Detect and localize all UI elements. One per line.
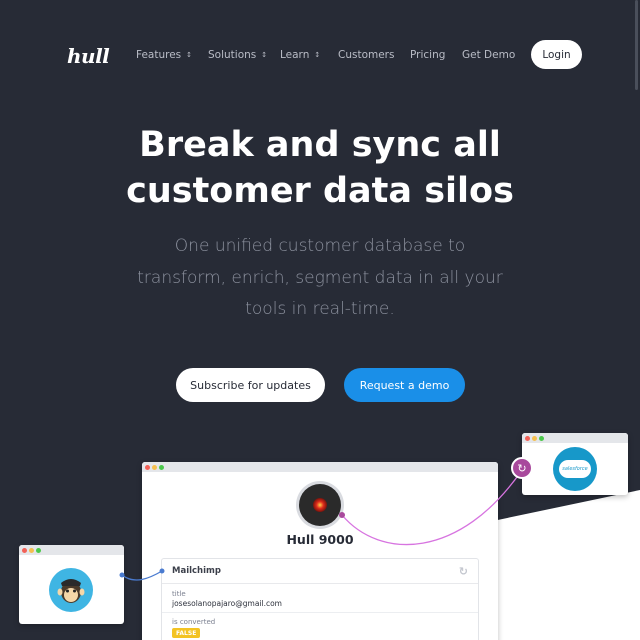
main-nav: Features ↕ Solutions ↕ Learn ↕ Customers Pr… (136, 47, 522, 63)
login-button[interactable]: Login (531, 40, 582, 69)
minimize-dot-icon (152, 464, 157, 470)
nav-item-customers[interactable]: Customers (338, 47, 410, 63)
hero-subtitle: One unified customer database to transfo… (137, 236, 503, 319)
hero-title: Break and sync all customer data silos (126, 125, 514, 211)
close-dot-icon (22, 547, 27, 553)
subscribe-button[interactable]: Subscribe for updates (176, 368, 325, 402)
field-value: josesolanopajaro@gmail.com (172, 599, 282, 608)
logo-text: hull (67, 44, 110, 68)
scrollbar-thumb[interactable] (635, 0, 638, 90)
sync-icon: ↻ (511, 457, 533, 479)
window-titlebar (19, 545, 124, 555)
hal-9000-icon (299, 484, 341, 526)
chevron-updown-icon: ↕ (314, 50, 321, 59)
nav-item-get-demo[interactable]: Get Demo (462, 47, 522, 63)
hal-eye-icon (313, 498, 327, 512)
mailchimp-card: Mailchimp ↻ title josesolanopajaro@gmail… (161, 558, 479, 640)
profile-name: Hull 9000 (286, 532, 354, 547)
field-label: title (172, 590, 186, 598)
nav-item-features[interactable]: Features ↕ (136, 47, 208, 63)
false-badge: FALSE (172, 628, 201, 638)
field-divider (162, 612, 478, 613)
card-header: Mailchimp ↻ (162, 559, 478, 584)
nav-item-pricing[interactable]: Pricing (410, 47, 462, 63)
window-titlebar (142, 462, 498, 472)
salesforce-logo-icon: salesforce (553, 447, 597, 491)
nav-item-learn[interactable]: Learn ↕ (280, 47, 338, 63)
maximize-dot-icon (539, 435, 544, 441)
hull-logo[interactable]: hull (67, 44, 110, 68)
close-dot-icon (145, 464, 150, 470)
nav-item-solutions[interactable]: Solutions ↕ (208, 47, 280, 63)
monkey-icon (57, 579, 85, 603)
close-dot-icon (525, 435, 530, 441)
maximize-dot-icon (36, 547, 41, 553)
request-demo-button[interactable]: Request a demo (344, 368, 465, 402)
chevron-updown-icon: ↕ (261, 50, 268, 59)
window-titlebar (522, 433, 628, 443)
profile-avatar (296, 481, 344, 529)
mailchimp-logo-icon (49, 568, 93, 612)
chevron-updown-icon: ↕ (186, 50, 193, 59)
minimize-dot-icon (532, 435, 537, 441)
maximize-dot-icon (159, 464, 164, 470)
salesforce-cloud-icon: salesforce (559, 460, 591, 478)
field-label: is converted (172, 618, 216, 626)
refresh-icon: ↻ (458, 565, 468, 578)
minimize-dot-icon (29, 547, 34, 553)
